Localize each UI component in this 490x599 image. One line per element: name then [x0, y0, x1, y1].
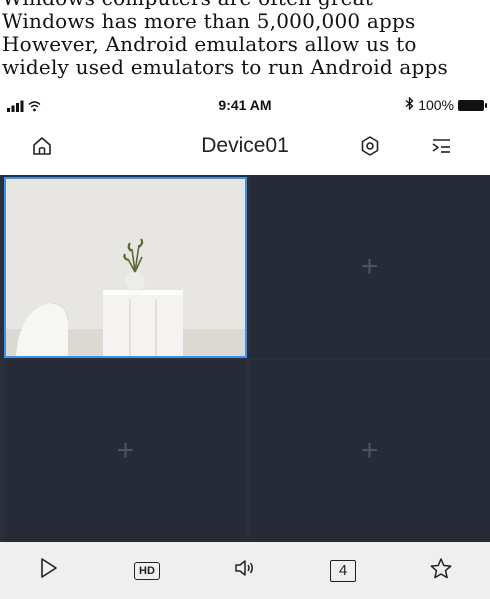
camera-grid: + + +: [0, 175, 490, 542]
add-camera-icon: +: [360, 434, 379, 467]
page-title: Device01: [201, 134, 289, 157]
article-line: widely used emulators to run Android app…: [2, 55, 449, 79]
status-bar: 9:41 AM 100%: [0, 93, 490, 119]
article-text-strip: Windows computers are often great Window…: [0, 0, 490, 93]
bluetooth-icon: [405, 96, 414, 113]
play-button[interactable]: [29, 551, 69, 591]
hd-quality-button[interactable]: HD: [127, 551, 167, 591]
camera-tile-empty[interactable]: +: [249, 175, 490, 358]
add-camera-icon: +: [360, 249, 379, 283]
sort-list-icon: [430, 135, 454, 162]
star-icon: [429, 557, 453, 585]
article-line: However, Android emulators allow us to: [2, 32, 417, 56]
settings-icon: [359, 135, 381, 162]
add-camera-icon: +: [116, 434, 135, 467]
camera-tile-empty[interactable]: +: [4, 360, 247, 542]
sound-button[interactable]: [225, 551, 265, 591]
hd-label: HD: [134, 561, 160, 580]
speaker-icon: [233, 557, 257, 584]
battery-icon: [458, 99, 487, 111]
favorite-button[interactable]: [421, 551, 461, 591]
split-screen-button[interactable]: 4: [323, 551, 363, 591]
battery-percent: 100%: [418, 97, 454, 113]
bottom-toolbar: HD 4: [0, 542, 490, 599]
camera-tile-empty[interactable]: +: [249, 360, 490, 542]
camera-preview-image: [6, 179, 245, 356]
nav-bar: Device01: [0, 119, 490, 175]
settings-button[interactable]: [355, 133, 385, 163]
article-line: Windows has more than 5,000,000 apps: [2, 9, 416, 33]
camera-tile-active[interactable]: [4, 177, 247, 358]
play-icon: [39, 557, 59, 584]
split-count-label: 4: [329, 559, 357, 582]
sort-list-button[interactable]: [427, 133, 457, 163]
